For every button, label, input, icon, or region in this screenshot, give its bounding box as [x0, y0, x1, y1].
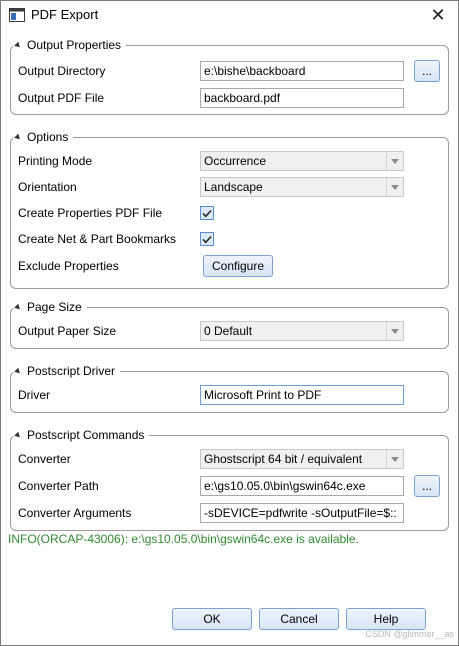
checkmark-icon — [202, 235, 212, 243]
cancel-button[interactable]: Cancel — [259, 608, 339, 630]
printing-mode-value: Occurrence — [204, 154, 267, 168]
orientation-select[interactable]: Landscape — [200, 177, 404, 197]
orientation-value: Landscape — [204, 180, 263, 194]
info-message: INFO(ORCAP-43006): e:\gs10.05.0\bin\gswi… — [8, 532, 359, 546]
output-pdf-file-label: Output PDF File — [18, 91, 105, 105]
converter-path-browse-button[interactable]: ... — [414, 475, 440, 497]
collapse-triangle-icon[interactable] — [14, 367, 22, 375]
converter-path-field[interactable]: e:\gs10.05.0\bin\gswin64c.exe — [200, 476, 404, 496]
create-properties-pdf-label: Create Properties PDF File — [18, 206, 163, 220]
orientation-label: Orientation — [18, 180, 77, 194]
pdf-export-dialog: PDF Export ✕ Output Properties Output Di… — [0, 0, 459, 646]
help-button[interactable]: Help — [346, 608, 426, 630]
output-properties-title: Output Properties — [27, 38, 122, 52]
options-group: Options Printing Mode Occurrence Orienta… — [10, 129, 449, 289]
collapse-triangle-icon[interactable] — [14, 431, 22, 439]
converter-arguments-label: Converter Arguments — [18, 506, 132, 520]
driver-field[interactable]: Microsoft Print to PDF — [200, 385, 404, 405]
printing-mode-label: Printing Mode — [18, 154, 93, 168]
postscript-driver-legend: Postscript Driver — [13, 363, 121, 379]
ok-button[interactable]: OK — [172, 608, 252, 630]
output-properties-group: Output Properties Output Directory e:\bi… — [10, 37, 449, 115]
options-title: Options — [27, 130, 69, 144]
converter-value: Ghostscript 64 bit / equivalent — [204, 452, 363, 466]
configure-button[interactable]: Configure — [203, 255, 273, 277]
output-directory-browse-button[interactable]: ... — [414, 60, 440, 82]
options-legend: Options — [13, 129, 74, 145]
postscript-commands-group: Postscript Commands Converter Ghostscrip… — [10, 427, 449, 531]
create-bookmarks-checkbox[interactable] — [200, 232, 214, 246]
converter-select[interactable]: Ghostscript 64 bit / equivalent — [200, 449, 404, 469]
converter-label: Converter — [18, 452, 71, 466]
chevron-down-icon[interactable] — [386, 322, 403, 340]
collapse-triangle-icon[interactable] — [14, 303, 22, 311]
exclude-properties-label: Exclude Properties — [18, 259, 119, 273]
app-icon — [9, 8, 25, 22]
postscript-commands-title: Postscript Commands — [27, 428, 145, 442]
converter-arguments-field[interactable]: -sDEVICE=pdfwrite -sOutputFile=$:: — [200, 503, 404, 523]
page-size-group: Page Size Output Paper Size 0 Default — [10, 299, 449, 349]
collapse-triangle-icon[interactable] — [14, 133, 22, 141]
postscript-commands-legend: Postscript Commands — [13, 427, 150, 443]
create-properties-pdf-checkbox[interactable] — [200, 206, 214, 220]
page-size-title: Page Size — [27, 300, 82, 314]
output-paper-size-select[interactable]: 0 Default — [200, 321, 404, 341]
output-directory-field[interactable]: e:\bishe\backboard — [200, 61, 404, 81]
page-size-legend: Page Size — [13, 299, 87, 315]
driver-label: Driver — [18, 388, 50, 402]
output-pdf-file-field[interactable]: backboard.pdf — [200, 88, 404, 108]
printing-mode-select[interactable]: Occurrence — [200, 151, 404, 171]
create-bookmarks-label: Create Net & Part Bookmarks — [18, 232, 177, 246]
window-title: PDF Export — [31, 7, 99, 22]
output-paper-size-value: 0 Default — [204, 324, 253, 338]
output-properties-legend: Output Properties — [13, 37, 127, 53]
watermark: CSDN @glimmer__as — [365, 629, 454, 639]
close-button[interactable]: ✕ — [418, 1, 458, 29]
close-icon: ✕ — [430, 4, 446, 25]
postscript-driver-group: Postscript Driver Driver Microsoft Print… — [10, 363, 449, 413]
chevron-down-icon[interactable] — [386, 152, 403, 170]
title-bar[interactable]: PDF Export ✕ — [1, 1, 458, 29]
collapse-triangle-icon[interactable] — [14, 41, 22, 49]
output-directory-label: Output Directory — [18, 64, 106, 78]
chevron-down-icon[interactable] — [386, 178, 403, 196]
chevron-down-icon[interactable] — [386, 450, 403, 468]
checkmark-icon — [202, 209, 212, 217]
converter-path-label: Converter Path — [18, 479, 99, 493]
postscript-driver-title: Postscript Driver — [27, 364, 116, 378]
output-paper-size-label: Output Paper Size — [18, 324, 117, 338]
